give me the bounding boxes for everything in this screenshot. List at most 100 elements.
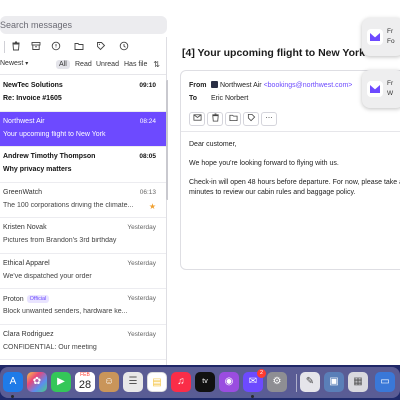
textedit-icon[interactable]: ✎ [300,372,320,392]
archive-icon[interactable] [30,41,42,53]
sort-label: Newest [0,60,24,67]
message-row[interactable]: Ethical Apparel We've dispatched your or… [0,253,166,289]
message-subject: Pictures from Brandon's 3rd birthday [3,237,117,244]
header-divider [181,131,400,132]
filter-unread[interactable]: Unread [93,60,122,69]
spam-icon[interactable] [50,41,62,53]
message-subject: Block unwanted senders, hardware ke... [3,308,128,315]
reminders-icon[interactable]: ☰ [123,372,143,392]
notification-text: Fr [387,80,394,87]
search-input[interactable]: Search messages [0,16,167,34]
sort-newest-dropdown[interactable]: Newest ▾ [0,60,28,67]
more-options-icon[interactable]: ⋯ [261,112,277,126]
notification-banner[interactable]: Fr Fo [362,18,400,56]
filter-bar: Newest ▾ All Read Unread Has file ⇅ [0,57,166,75]
star-icon[interactable]: ★ [149,202,156,211]
podcasts-icon[interactable]: ◉ [219,372,239,392]
move-folder-icon[interactable] [73,41,85,53]
to-row: To Eric Norbert [189,95,248,102]
toolbar-divider [4,41,5,53]
message-time: 08:24 [139,117,156,125]
message-subject: Re: Invoice #1605 [3,95,62,102]
message-row[interactable]: Proton Official Block unwanted senders, h… [0,289,166,325]
system-settings-icon[interactable]: ⚙ [267,372,287,392]
sender-avatar-icon [211,81,218,88]
label-icon[interactable] [95,41,107,53]
app-store-icon[interactable]: A [3,372,23,392]
body-greeting: Dear customer, [189,141,237,148]
sort-order-icon[interactable]: ⇅ [153,60,160,69]
message-time: Yesterday [127,330,156,338]
message-row[interactable]: Andrew Timothy Thompson Why privacy matt… [0,147,166,183]
utility-icon[interactable]: ▦ [348,372,368,392]
trash-icon[interactable] [207,112,223,126]
message-sender: Andrew Timothy Thompson [3,153,96,160]
from-email[interactable]: <bookings@northwest.com> [264,82,353,89]
to-label: To [189,95,198,102]
sender-name: Proton [3,296,24,303]
notification-text: Fr [387,28,394,35]
calendar-day: 28 [75,379,95,392]
message-sender: Kristen Novak [3,224,47,231]
to-name[interactable]: Eric Norbert [211,95,248,102]
message-time: 06:13 [139,188,156,196]
notification-text: Fo [387,38,395,45]
message-subject: Your upcoming flight to New York [3,130,106,138]
message-subject: CONFIDENTIAL: Our meeting [3,343,97,351]
from-name[interactable]: Northwest Air [220,82,262,89]
photos-icon[interactable]: ✿ [27,372,47,392]
message-title: [4] Your upcoming flight to New York [182,47,365,59]
message-row[interactable]: NewTec Solutions Re: Invoice #1605 09:10 [0,76,166,112]
message-row[interactable]: Clara Rodriguez CONFIDENTIAL: Our meetin… [0,324,166,360]
body-paragraph: Check-in will open 48 hours before depar… [189,179,400,186]
unread-count-badge: 2 [257,369,266,378]
filter-read[interactable]: Read [72,60,95,69]
body-paragraph: minutes to review our cabin rules and ba… [189,189,356,196]
dock: A ✿ ▶ FEB 28 ☺ ☰ ▤ ♫ tv ◉ ✉ 2 ⚙ ✎ ▣ ▦ ▭ [0,365,400,400]
message-time: Yesterday [127,259,156,267]
calendar-icon[interactable]: FEB 28 [75,372,95,392]
message-row-selected[interactable]: Northwest Air Your upcoming flight to Ne… [0,111,166,147]
message-time: 09:10 [139,82,156,89]
proton-mail-icon [367,81,383,97]
notification-banner[interactable]: Fr W [362,70,400,108]
message-subject: Why privacy matters [3,166,72,173]
filter-has-file[interactable]: Has file [121,60,150,69]
message-subject: We've dispatched your order [3,272,92,280]
body-paragraph: We hope you're looking forward to flying… [189,160,339,167]
calendar-month: FEB [75,372,95,379]
list-toolbar [0,37,166,57]
envelope-icon[interactable] [189,112,205,126]
contacts-icon[interactable]: ☺ [99,372,119,392]
from-row: From Northwest Air <bookings@northwest.co… [189,81,352,89]
message-list: NewTec Solutions Re: Invoice #1605 09:10… [0,76,166,360]
filter-all[interactable]: All [56,60,70,69]
message-sender: Proton Official [3,295,50,303]
desktop-folder-icon[interactable]: ▭ [375,372,395,392]
message-row[interactable]: GreenWatch The 100 corporations driving … [0,182,166,218]
dock-separator [296,374,297,392]
message-time: Yesterday [127,224,156,231]
message-sender: Ethical Apparel [3,259,50,267]
notification-text: W [387,90,394,97]
running-indicator [11,395,14,398]
message-row[interactable]: Kristen Novak Pictures from Brandon's 3r… [0,218,166,254]
message-subject: The 100 corporations driving the climate… [3,201,134,209]
message-time: Yesterday [127,295,156,302]
message-sender: Northwest Air [3,117,45,125]
move-folder-icon[interactable] [225,112,241,126]
message-list-pane: Newest ▾ All Read Unread Has file ⇅ NewT… [0,37,167,365]
music-icon[interactable]: ♫ [171,372,191,392]
from-label: From [189,82,207,89]
facetime-icon[interactable]: ▶ [51,372,71,392]
label-icon[interactable] [243,112,259,126]
proton-mail-dock-icon[interactable]: ✉ 2 [243,369,266,392]
apple-tv-icon[interactable]: tv [195,372,215,392]
preview-icon[interactable]: ▣ [324,372,344,392]
message-sender: Clara Rodriguez [3,330,54,338]
top-bar: Search messages [0,0,400,37]
trash-icon[interactable] [10,41,22,53]
notes-icon[interactable]: ▤ [147,372,167,392]
official-badge: Official [26,295,50,303]
snooze-clock-icon[interactable] [118,41,130,53]
